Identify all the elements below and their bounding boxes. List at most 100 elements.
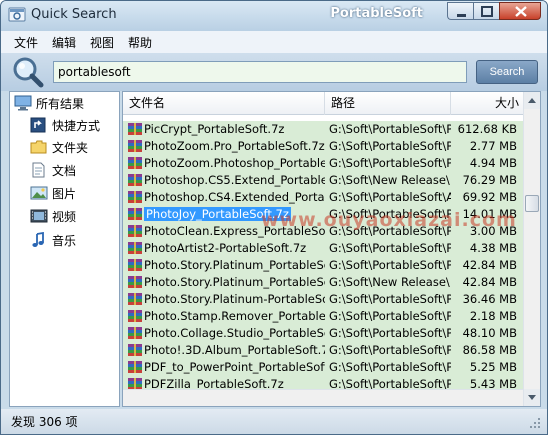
file-name-cell: PhotoJoy_PortableSoft.7z [144,206,325,223]
file-path-cell: G:\Soft\PortableSoft\P\ [329,292,451,306]
file-size-cell: 69.92 MB [462,190,517,204]
sidebar-item-all-results[interactable]: 所有结果 [14,92,85,114]
file-name: PicCrypt_PortableSoft.7z [144,122,285,136]
shortcut-icon [30,117,46,133]
table-row[interactable]: PhotoZoom.Photoshop_PortableS... G:\Soft\… [123,155,523,172]
archive-icon [128,327,142,339]
search-button[interactable]: Search [476,60,538,84]
title-bar[interactable]: Quick Search PortableSoft [1,1,547,31]
status-text: 发现 306 项 [11,415,78,429]
file-path-cell: G:\Soft\PortableSoft\A\ [329,190,451,204]
brand-label: PortableSoft [330,6,423,21]
scroll-up-button[interactable] [524,92,540,109]
sidebar-item-music[interactable]: 音乐 [30,229,76,251]
minimize-icon [457,14,466,17]
file-name: Photoshop.CS4.Extended_Portabl... [144,190,325,204]
column-path[interactable]: 路径 [325,92,451,115]
table-row[interactable]: Photo.Stamp.Remover_PortableS... G:\Soft\… [123,308,523,325]
close-button[interactable] [499,2,541,20]
file-path-cell: G:\Soft\PortableSoft\P\ [329,156,451,170]
file-size-cell: 36.46 MB [462,292,517,306]
table-row[interactable]: Photo.Story.Platinum_PortableSof... G:\So… [123,274,523,291]
horizontal-scrollbar[interactable] [123,389,523,406]
minimize-button[interactable] [447,2,473,20]
sidebar-item-shortcuts[interactable]: 快捷方式 [30,114,100,136]
file-name-cell: PhotoZoom.Photoshop_PortableS... [144,155,325,172]
sidebar-item-label: 文件夹 [52,140,89,155]
file-size-cell: 2.77 MB [469,139,517,153]
maximize-button[interactable] [473,2,499,20]
table-row[interactable]: Photo.Collage.Studio_PortableSof... G:\So… [123,325,523,342]
menu-edit[interactable]: 编辑 [45,34,83,51]
file-size-cell: 42.84 MB [462,275,517,289]
arrow-down-icon [528,395,536,400]
sidebar-item-label: 视频 [52,209,77,224]
sidebar-item-pictures[interactable]: 图片 [30,182,76,204]
column-size[interactable]: 大小 [451,92,523,115]
sidebar-item-label: 图片 [52,186,77,201]
file-name: Photo.Stamp.Remover_PortableS... [144,309,325,323]
file-name: Photo.Story.Platinum_PortableSof... [144,258,325,272]
file-name: Photoshop.CS5.Extend_PortableS... [144,173,325,187]
table-row[interactable]: PhotoArtist2-PortableSoft.7z G:\Soft\Port… [123,240,523,257]
archive-icon [128,344,142,356]
table-row[interactable]: PhotoZoom.Pro_PortableSoft.7z G:\Soft\Por… [123,138,523,155]
file-path-cell: G:\Soft\PortableSoft\P\ [329,343,451,357]
document-icon [32,162,45,178]
table-row[interactable]: Photo.Story.Platinum-PortableSof... G:\So… [123,291,523,308]
file-name-cell: PicCrypt_PortableSoft.7z [144,121,325,138]
table-row[interactable]: Photo!.3D.Album_PortableSoft.7z G:\Soft\P… [123,342,523,359]
results-list: 文件名 路径 大小 PicCrypt_PortableSoft.7z G:\Sof… [122,91,541,407]
file-name: Photo.Story.Platinum-PortableSof... [144,292,325,306]
file-path-cell: G:\Soft\PortableSoft\P\ [329,309,451,323]
archive-icon [128,276,142,288]
file-size-cell: 76.29 MB [462,173,517,187]
category-sidebar: 所有结果 快捷方式 文件夹 文档 图片 视频 音乐 [9,91,120,407]
file-name: PhotoZoom.Photoshop_PortableS... [144,156,325,170]
sidebar-item-label: 所有结果 [36,96,85,111]
window-title: Quick Search [31,7,117,22]
table-row[interactable]: PicCrypt_PortableSoft.7z G:\Soft\Portable… [123,121,523,138]
table-row[interactable]: PhotoClean.Express_PortableSo... G:\Soft\… [123,223,523,240]
file-name-cell: Photo.Stamp.Remover_PortableS... [144,308,325,325]
file-path-cell: G:\Soft\PortableSoft\P\ [329,326,451,340]
file-path-cell: G:\Soft\PortableSoft\P\ [329,360,451,374]
resize-grip-icon[interactable] [529,417,541,429]
file-name-cell: PDF_to_PowerPoint_PortableSoft.7z [144,359,325,376]
archive-icon [128,242,142,254]
file-path-cell: G:\Soft\PortableSoft\P\ [329,224,451,238]
file-name-cell: Photo.Story.Platinum-PortableSof... [144,291,325,308]
file-path-cell: G:\Soft\New Release\ [329,173,450,187]
sidebar-item-documents[interactable]: 文档 [30,159,76,181]
table-row[interactable]: PhotoJoy_PortableSoft.7z G:\Soft\Portable… [123,206,523,223]
table-row[interactable]: PDF_to_PowerPoint_PortableSoft.7z G:\Soft… [123,359,523,376]
file-name: PDF_to_PowerPoint_PortableSoft.7z [144,360,325,374]
menu-bar: 文件 编辑 视图 帮助 [1,31,547,53]
magnifier-icon [13,57,44,88]
file-size-cell: 14.01 MB [462,207,517,221]
vertical-scrollbar[interactable] [523,92,540,406]
sidebar-item-videos[interactable]: 视频 [30,205,76,227]
archive-icon [128,310,142,322]
table-row[interactable]: Photo.Story.Platinum_PortableSof... G:\So… [123,257,523,274]
close-icon [515,6,527,17]
menu-file[interactable]: 文件 [7,34,45,51]
file-name-cell: PhotoZoom.Pro_PortableSoft.7z [144,138,325,155]
scroll-down-button[interactable] [524,389,540,406]
sidebar-item-folders[interactable]: 文件夹 [30,136,88,158]
table-row[interactable]: Photoshop.CS4.Extended_Portabl... G:\Soft… [123,189,523,206]
column-name[interactable]: 文件名 [123,92,325,115]
menu-view[interactable]: 视图 [83,34,121,51]
table-row[interactable]: Photoshop.CS5.Extend_PortableS... G:\Soft… [123,172,523,189]
scroll-thumb[interactable] [525,195,539,212]
file-size-cell: 4.38 MB [469,241,517,255]
file-path-cell: G:\Soft\PortableSoft\P\ [329,241,451,255]
file-size-cell: 48.10 MB [462,326,517,340]
file-name: PhotoJoy_PortableSoft.7z [144,207,291,221]
search-input[interactable] [53,61,467,83]
menu-help[interactable]: 帮助 [121,34,159,51]
file-path-cell: G:\Soft\New Release\ [329,275,450,289]
file-name: Photo.Story.Platinum_PortableSof... [144,275,325,289]
archive-icon [128,157,142,169]
file-name: Photo!.3D.Album_PortableSoft.7z [144,343,325,357]
